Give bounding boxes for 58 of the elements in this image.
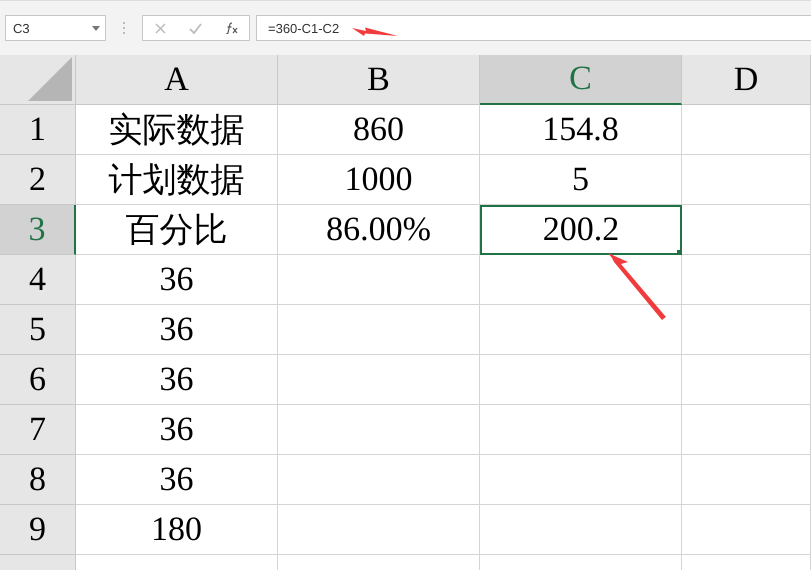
empty-cell[interactable] (480, 505, 682, 555)
empty-cell[interactable] (682, 105, 811, 155)
row-header[interactable]: 3 (0, 205, 76, 255)
empty-cell[interactable] (682, 355, 811, 405)
empty-cell[interactable] (682, 305, 811, 355)
arrow-annotation-overlay (608, 253, 666, 320)
table-cell[interactable]: 36 (76, 405, 278, 455)
table-cell[interactable]: 860 (278, 105, 480, 155)
row-header[interactable]: 6 (0, 355, 76, 405)
table-cell[interactable]: 实际数据 (76, 105, 278, 155)
empty-cell[interactable] (682, 405, 811, 455)
empty-cell[interactable] (480, 355, 682, 405)
row-header[interactable]: 8 (0, 455, 76, 505)
table-cell[interactable]: 计划数据 (76, 155, 278, 205)
row-header[interactable]: 1 (0, 105, 76, 155)
row-header[interactable]: 7 (0, 405, 76, 455)
column-header[interactable]: B (278, 55, 480, 105)
row-header[interactable]: 5 (0, 305, 76, 355)
empty-cell[interactable] (278, 405, 480, 455)
column-header[interactable]: D (682, 55, 811, 105)
dropdown-caret-icon[interactable] (92, 26, 100, 30)
table-cell[interactable]: 36 (76, 355, 278, 405)
empty-cell[interactable] (278, 505, 480, 555)
check-icon[interactable] (188, 22, 202, 34)
table-cell[interactable]: 154.8 (480, 105, 682, 155)
table-cell[interactable]: 1000 (278, 155, 480, 205)
empty-cell[interactable] (278, 455, 480, 505)
table-cell[interactable]: 180 (76, 505, 278, 555)
empty-cell[interactable] (480, 405, 682, 455)
empty-cell[interactable] (682, 455, 811, 505)
table-cell[interactable]: 36 (76, 455, 278, 505)
empty-cell[interactable] (278, 305, 480, 355)
formula-field[interactable]: =360-C1-C2 (256, 15, 811, 41)
column-header[interactable]: A (76, 55, 278, 105)
empty-cell[interactable] (682, 205, 811, 255)
table-cell[interactable]: 百分比 (76, 205, 278, 255)
empty-cell[interactable] (278, 355, 480, 405)
row-header[interactable]: 9 (0, 505, 76, 555)
table-cell[interactable]: 36 (76, 305, 278, 355)
table-cell[interactable]: 5 (480, 155, 682, 205)
cancel-icon[interactable] (154, 22, 166, 34)
row-header[interactable]: 2 (0, 155, 76, 205)
empty-cell[interactable] (480, 455, 682, 505)
fill-handle[interactable] (677, 250, 682, 255)
select-all-button[interactable] (0, 55, 76, 105)
empty-cell[interactable] (682, 155, 811, 205)
table-cell[interactable]: 36 (76, 255, 278, 305)
function-icon[interactable] (224, 22, 238, 34)
drag-handle-icon (122, 21, 126, 35)
column-header[interactable]: C (480, 55, 682, 105)
table-cell[interactable]: 86.00% (278, 205, 480, 255)
name-box[interactable]: C3 (5, 15, 106, 41)
empty-cell[interactable] (682, 255, 811, 305)
empty-cell[interactable] (682, 505, 811, 555)
empty-cell[interactable] (278, 255, 480, 305)
row-header[interactable]: 4 (0, 255, 76, 305)
table-cell[interactable]: 200.2 (480, 205, 682, 255)
arrow-annotation (352, 28, 398, 36)
